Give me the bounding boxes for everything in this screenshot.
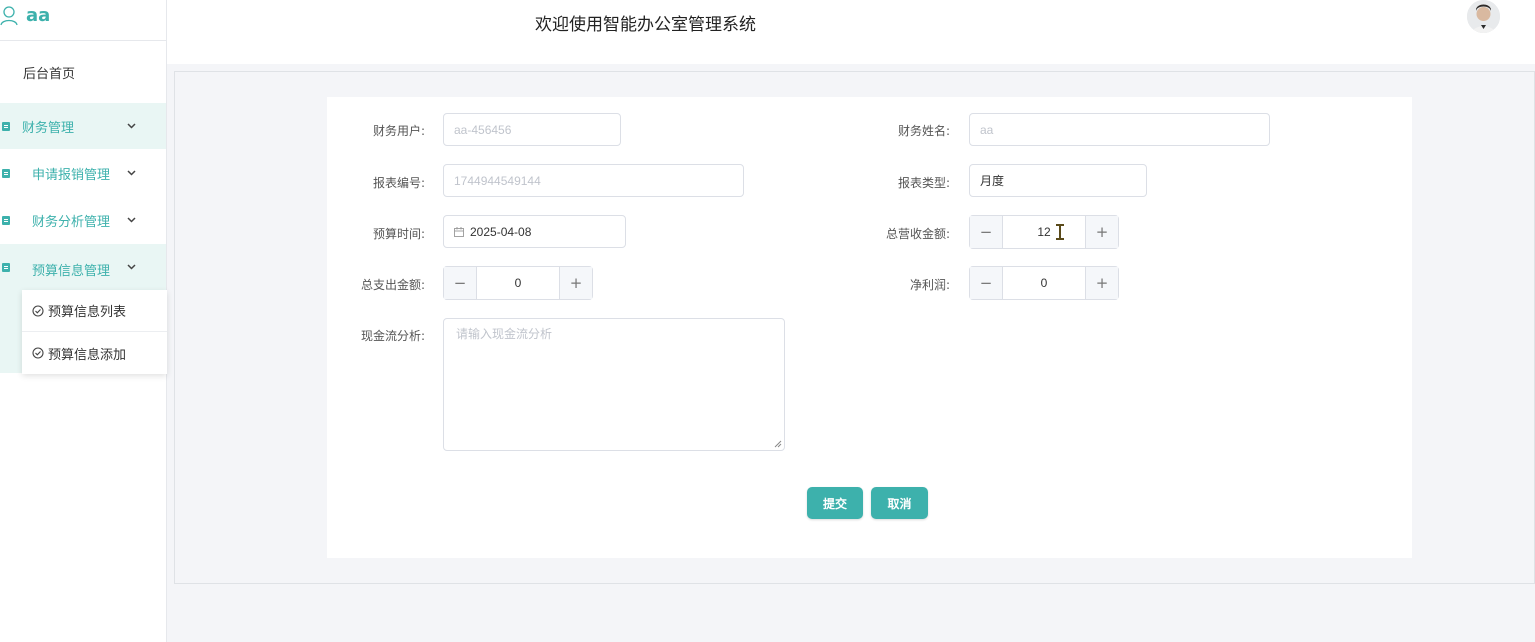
- submenu-item-label: 预算信息添加: [48, 347, 127, 363]
- finance-name-field[interactable]: aa: [969, 113, 1270, 146]
- resize-grip-icon[interactable]: [774, 440, 782, 448]
- finance-user-field[interactable]: aa-456456: [443, 113, 621, 146]
- document-icon: [2, 263, 10, 272]
- sidebar-group-analysis[interactable]: 财务分析管理: [0, 197, 166, 244]
- check-circle-icon: [32, 347, 44, 359]
- sidebar-group-label: 申请报销管理: [32, 167, 111, 183]
- avatar-portrait-icon: [1467, 0, 1500, 33]
- increment-button[interactable]: +: [1085, 267, 1118, 299]
- decrement-button[interactable]: −: [970, 216, 1003, 248]
- net-profit-label: 净利润:: [909, 278, 950, 292]
- cashflow-label: 现金流分析:: [360, 329, 425, 343]
- chevron-down-icon: [127, 264, 136, 270]
- submenu-item-budget-list[interactable]: 预算信息列表: [22, 290, 167, 332]
- total-revenue-value: 12: [1037, 225, 1051, 239]
- sidebar-group-finance[interactable]: 财务管理: [0, 103, 166, 150]
- sidebar-group-label: 财务分析管理: [32, 214, 111, 230]
- total-revenue-label: 总营收金额:: [885, 227, 950, 241]
- chevron-down-icon: [127, 217, 136, 223]
- document-icon: [2, 122, 10, 131]
- finance-name-label: 财务姓名:: [897, 124, 950, 138]
- submenu-item-budget-add[interactable]: 预算信息添加: [22, 332, 167, 374]
- decrement-button[interactable]: −: [444, 267, 477, 299]
- report-type-label: 报表类型:: [897, 176, 950, 190]
- document-icon: [2, 169, 10, 178]
- submit-button[interactable]: 提交: [807, 487, 863, 519]
- brand-username: aa: [26, 4, 51, 26]
- net-profit-input[interactable]: 0: [1003, 267, 1085, 299]
- total-expense-stepper[interactable]: − 0 +: [443, 266, 593, 300]
- sidebar-group-reimbursement[interactable]: 申请报销管理: [0, 150, 166, 197]
- header: 欢迎使用智能办公室管理系统: [167, 0, 1535, 64]
- budget-time-label: 预算时间:: [372, 227, 425, 241]
- submenu-item-label: 预算信息列表: [48, 305, 127, 320]
- brand: aa: [0, 0, 166, 41]
- total-expense-label: 总支出金额:: [360, 278, 425, 292]
- sidebar-item-home[interactable]: 后台首页: [0, 41, 166, 103]
- decrement-button[interactable]: −: [970, 267, 1003, 299]
- sidebar-group-label: 预算信息管理: [32, 264, 111, 279]
- increment-button[interactable]: +: [559, 267, 592, 299]
- budget-submenu: 预算信息列表 预算信息添加: [22, 290, 167, 374]
- avatar[interactable]: [1467, 0, 1500, 33]
- cashflow-textarea[interactable]: 请输入现金流分析: [443, 318, 785, 451]
- page-title: 欢迎使用智能办公室管理系统: [535, 15, 756, 35]
- finance-user-label: 财务用户:: [372, 124, 425, 138]
- cancel-button[interactable]: 取消: [871, 487, 928, 519]
- increment-button[interactable]: +: [1085, 216, 1118, 248]
- sidebar-group-label: 财务管理: [22, 120, 75, 136]
- calendar-icon: [454, 226, 464, 237]
- net-profit-stepper[interactable]: − 0 +: [969, 266, 1119, 300]
- budget-date-picker[interactable]: 2025-04-08: [443, 215, 626, 248]
- sidebar: aa 后台首页 财务管理 申请报销管理 财务分析管理 预算信息管理 预算信息列表…: [0, 0, 167, 642]
- total-expense-input[interactable]: 0: [477, 267, 559, 299]
- text-cursor-icon: [1055, 224, 1064, 240]
- document-icon: [2, 216, 10, 225]
- chevron-down-icon: [127, 170, 136, 176]
- check-circle-icon: [32, 304, 44, 317]
- report-no-field[interactable]: 1744944549144: [443, 164, 744, 197]
- report-type-select[interactable]: 月度: [969, 164, 1147, 197]
- total-revenue-stepper[interactable]: − 12 +: [969, 215, 1119, 249]
- total-revenue-input[interactable]: 12: [1003, 216, 1085, 248]
- chevron-down-icon: [127, 123, 136, 129]
- report-no-label: 报表编号:: [372, 176, 425, 190]
- cashflow-placeholder: 请输入现金流分析: [456, 327, 553, 341]
- user-icon: [0, 6, 18, 26]
- budget-date-value: 2025-04-08: [470, 224, 532, 239]
